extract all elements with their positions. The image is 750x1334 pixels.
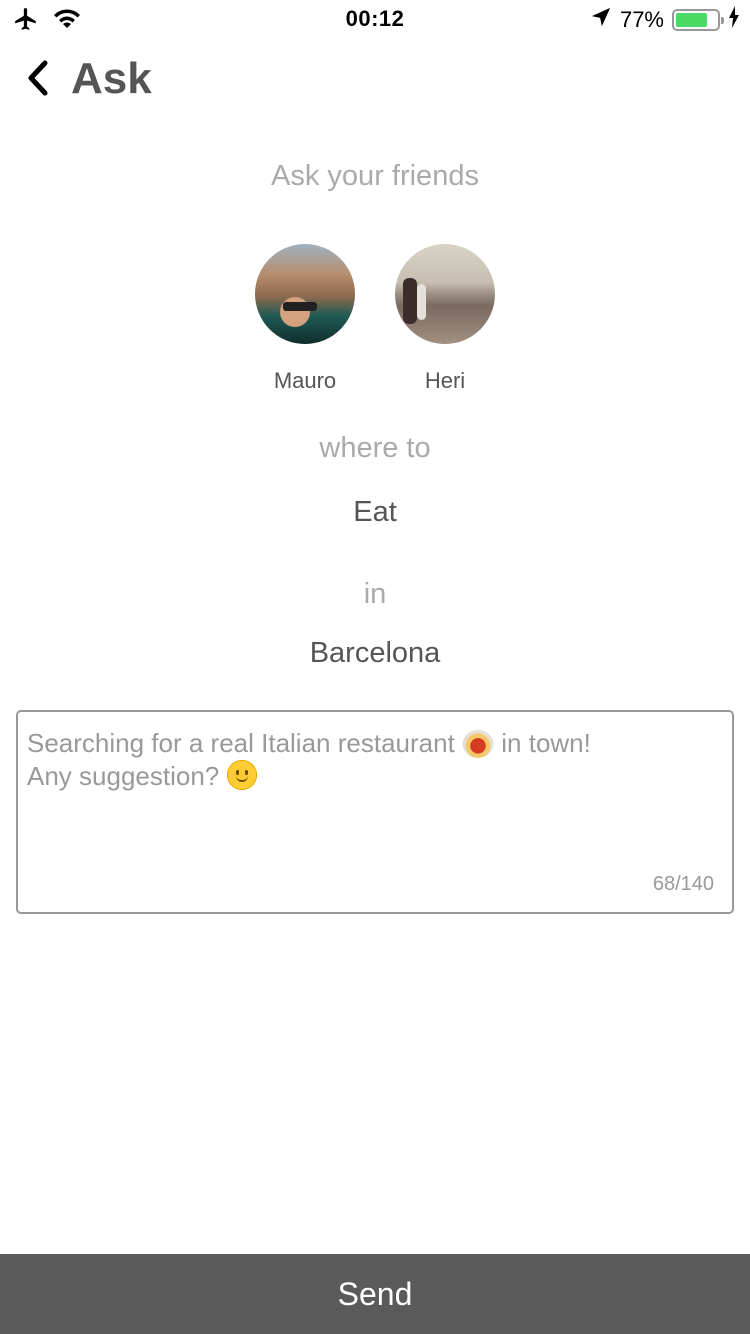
nav-bar: Ask [0, 50, 750, 110]
character-counter: 68/140 [652, 873, 714, 895]
friend-item-mauro[interactable]: Mauro [235, 244, 375, 394]
in-label: in [363, 578, 387, 610]
status-bar: 00:12 77% [0, 0, 750, 40]
battery-icon [672, 8, 724, 31]
friends-list: Mauro Heri [0, 244, 750, 404]
activity-selector[interactable]: Eat [0, 496, 750, 529]
battery-level [676, 12, 707, 27]
city-selector[interactable]: Barcelona [0, 637, 750, 670]
battery-percent: 77% [619, 6, 664, 32]
status-right: 77% [590, 6, 740, 33]
ask-friends-label: Ask your friends [271, 160, 479, 192]
message-line1-end: in town! [494, 728, 591, 758]
avatar [255, 244, 355, 344]
avatar [395, 244, 495, 344]
ask-screen: 00:12 77% Ask Ask your friends Mauro Her… [0, 0, 750, 1334]
page-title: Ask [71, 54, 152, 103]
friend-name: Mauro [273, 368, 337, 393]
spaghetti-emoji-icon [462, 726, 495, 758]
where-to-label: where to [319, 432, 431, 464]
charging-bolt-icon [728, 6, 740, 33]
message-line1-start: Searching for a real Italian restaurant [27, 728, 463, 758]
friend-name: Heri [424, 368, 466, 393]
message-textarea[interactable]: Searching for a real Italian restaurant … [16, 710, 734, 914]
back-button[interactable] [18, 60, 58, 100]
message-line2: Any suggestion? [27, 761, 227, 791]
send-button[interactable]: Send [0, 1254, 750, 1334]
message-text: Searching for a real Italian restaurant … [27, 726, 720, 792]
chevron-left-icon [26, 60, 50, 101]
friend-item-heri[interactable]: Heri [375, 244, 515, 394]
location-arrow-icon [590, 6, 612, 33]
smile-emoji-icon [226, 759, 259, 791]
